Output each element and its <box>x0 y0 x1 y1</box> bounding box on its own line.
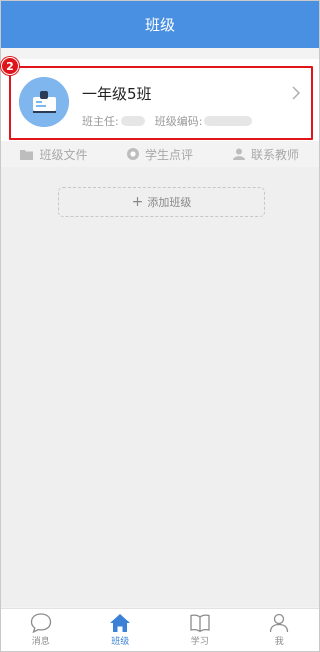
add-class-label: 添加班级 <box>147 196 192 209</box>
tab-study-label: 学习 <box>190 637 209 647</box>
page-title: 班级 <box>144 16 175 34</box>
tab-study[interactable]: 学习 <box>160 609 240 651</box>
class-actions: 班级文件 学生点评 联系教师 <box>1 143 319 165</box>
step-badge: 2 <box>1 57 19 75</box>
folder-icon <box>20 149 34 160</box>
add-class-button[interactable]: + 添加班级 <box>58 187 265 217</box>
user-icon <box>232 148 245 160</box>
class-content-area <box>1 167 319 607</box>
tab-class[interactable]: 班级 <box>81 609 161 651</box>
comment-icon <box>126 148 139 160</box>
bottom-tab-bar: 消息 班级 学习 我 <box>1 608 319 651</box>
book-icon <box>190 614 210 633</box>
message-icon <box>30 613 51 633</box>
class-files-label: 班级文件 <box>39 147 88 162</box>
tab-me[interactable]: 我 <box>240 609 320 651</box>
tab-me-label: 我 <box>274 637 284 647</box>
tab-messages[interactable]: 消息 <box>1 609 81 651</box>
tab-messages-label: 消息 <box>31 637 50 647</box>
class-files-button[interactable]: 班级文件 <box>1 143 107 165</box>
home-icon <box>110 614 131 632</box>
plus-icon: + <box>131 194 144 210</box>
tab-class-label: 班级 <box>111 637 130 647</box>
highlight-box <box>9 66 313 140</box>
student-review-button[interactable]: 学生点评 <box>107 143 213 165</box>
contact-teacher-label: 联系教师 <box>250 147 299 162</box>
contact-teacher-button[interactable]: 联系教师 <box>213 143 319 165</box>
header-bar: 班级 <box>1 1 319 48</box>
profile-icon <box>270 613 289 633</box>
student-review-label: 学生点评 <box>144 147 193 162</box>
